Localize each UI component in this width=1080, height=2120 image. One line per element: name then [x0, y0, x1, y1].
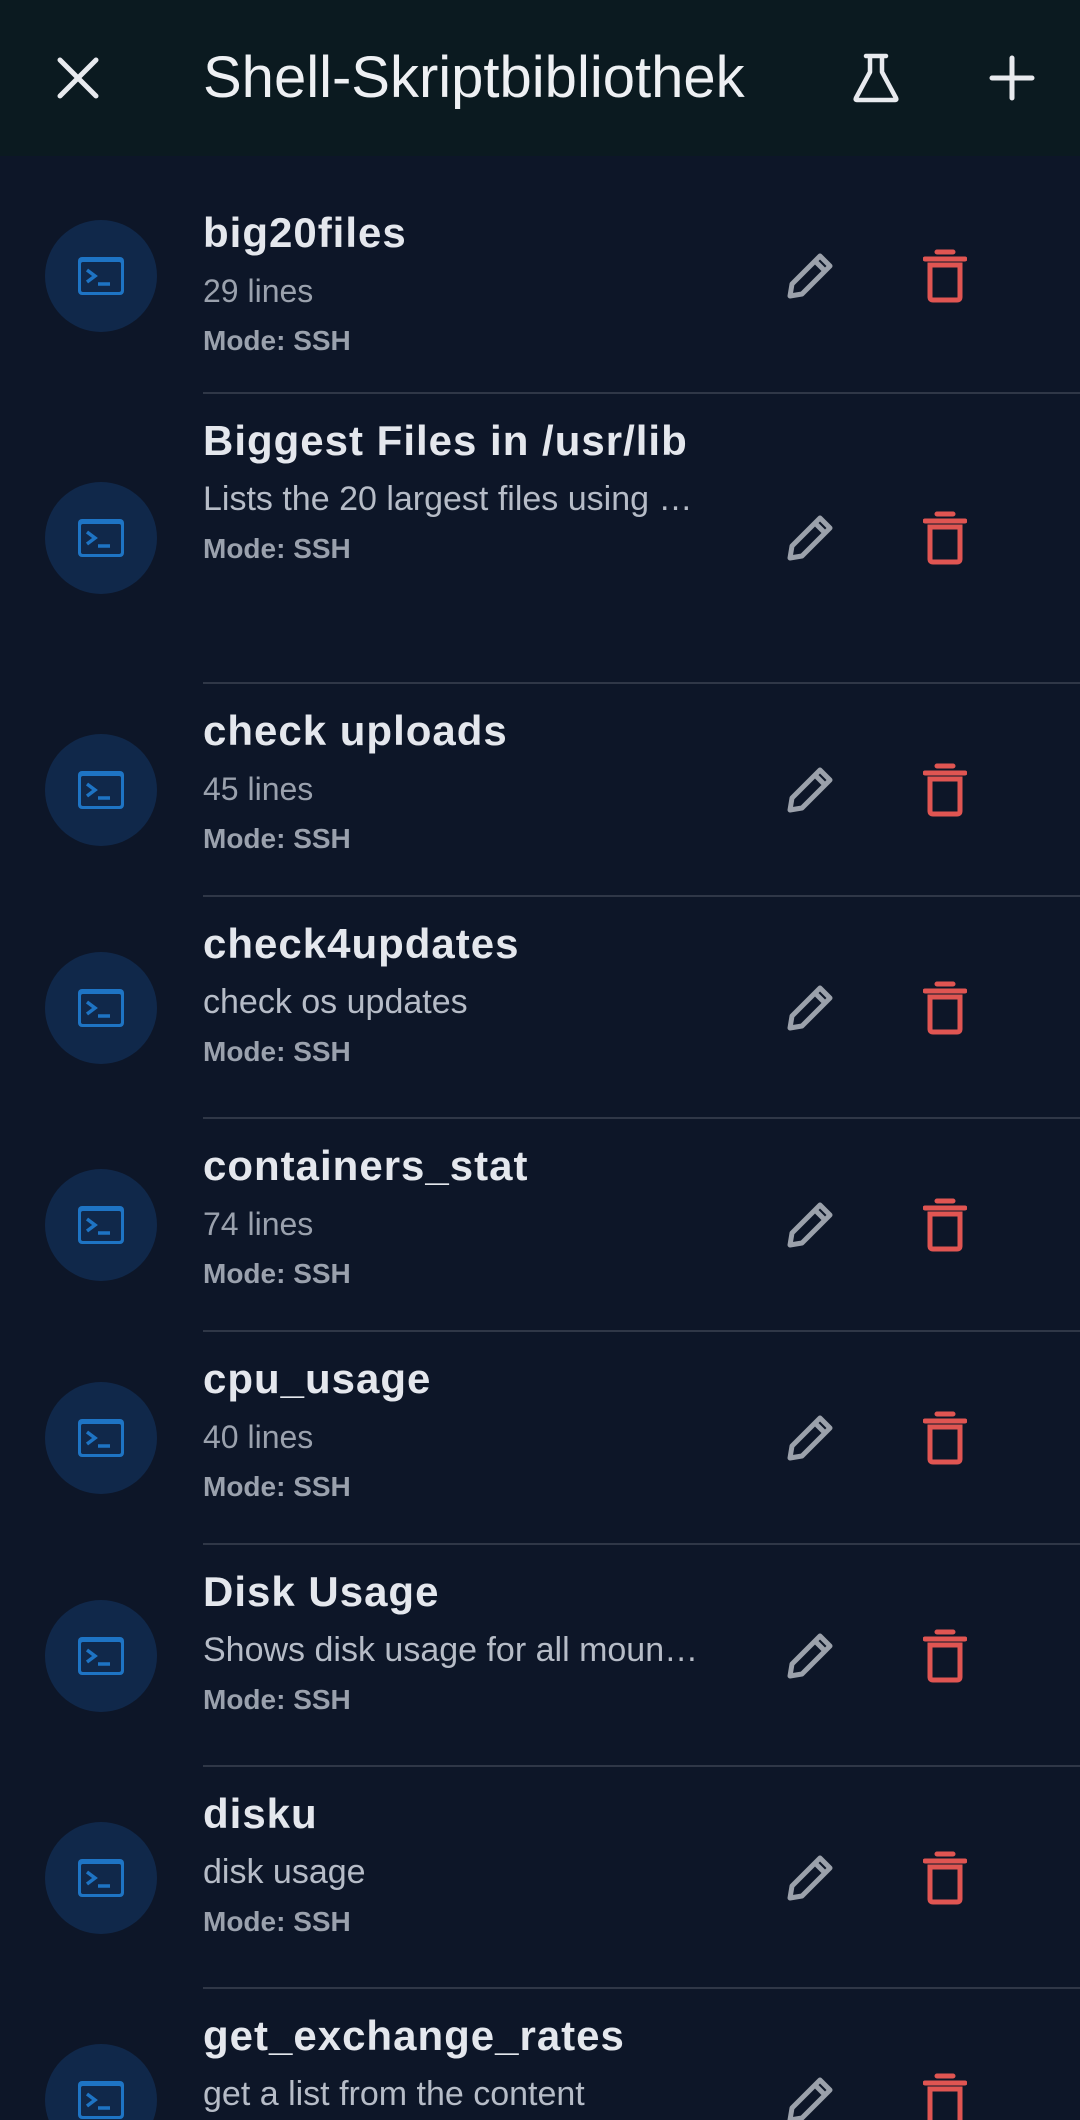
pencil-icon — [787, 1415, 833, 1461]
terminal-icon — [78, 1206, 124, 1244]
flask-icon — [853, 53, 899, 103]
plus-icon — [989, 55, 1035, 101]
pencil-icon — [787, 1202, 833, 1248]
pencil-icon — [787, 515, 833, 561]
script-title: check uploads — [203, 707, 508, 754]
edit-button[interactable] — [770, 1838, 850, 1918]
test-button[interactable] — [836, 38, 916, 118]
delete-button[interactable] — [905, 750, 985, 830]
script-avatar — [45, 1169, 157, 1281]
trash-icon — [923, 1198, 967, 1252]
list-item[interactable]: check4updates check os updates Mode: SSH — [0, 897, 1080, 1119]
trash-icon — [923, 1851, 967, 1905]
script-subtitle: check os updates — [203, 983, 468, 1021]
script-subtitle: 29 lines — [203, 273, 314, 309]
list-item[interactable]: cpu_usage 40 lines Mode: SSH — [0, 1332, 1080, 1545]
script-avatar — [45, 482, 157, 594]
list-item[interactable]: Disk Usage Shows disk usage for all moun… — [0, 1545, 1080, 1767]
script-avatar — [45, 220, 157, 332]
terminal-icon — [78, 2081, 124, 2119]
script-mode: Mode: SSH — [203, 823, 351, 854]
script-subtitle: Lists the 20 largest files using du and … — [203, 480, 703, 518]
app-bar: Shell-Skriptbibliothek — [0, 0, 1080, 156]
page-title: Shell-Skriptbibliothek — [203, 45, 745, 110]
script-subtitle: 45 lines — [203, 771, 314, 807]
delete-button[interactable] — [905, 1185, 985, 1265]
list-item[interactable]: big20files 29 lines Mode: SSH — [0, 156, 1080, 394]
script-avatar — [45, 1382, 157, 1494]
terminal-icon — [78, 1637, 124, 1675]
edit-button[interactable] — [770, 750, 850, 830]
script-subtitle: 40 lines — [203, 1419, 314, 1455]
delete-button[interactable] — [905, 236, 985, 316]
script-title: get_exchange_rates — [203, 2012, 625, 2059]
terminal-icon — [78, 771, 124, 809]
script-subtitle: 74 lines — [203, 1206, 314, 1242]
close-button[interactable] — [38, 38, 118, 118]
edit-button[interactable] — [770, 1616, 850, 1696]
script-list: big20files 29 lines Mode: SSH Biggest Fi… — [0, 156, 1080, 2120]
pencil-icon — [787, 2077, 833, 2120]
delete-button[interactable] — [905, 498, 985, 578]
edit-button[interactable] — [770, 968, 850, 1048]
terminal-icon — [78, 519, 124, 557]
pencil-icon — [787, 253, 833, 299]
script-mode: Mode: SSH — [203, 1036, 351, 1067]
script-avatar — [45, 1822, 157, 1934]
script-mode: Mode: SSH — [203, 1906, 351, 1937]
trash-icon — [923, 249, 967, 303]
pencil-icon — [787, 1633, 833, 1679]
terminal-icon — [78, 989, 124, 1027]
list-item[interactable]: Biggest Files in /usr/lib Lists the 20 l… — [0, 394, 1080, 684]
script-title: big20files — [203, 209, 407, 256]
script-title: check4updates — [203, 920, 520, 967]
delete-button[interactable] — [905, 1398, 985, 1478]
edit-button[interactable] — [770, 2060, 850, 2120]
script-subtitle: disk usage — [203, 1853, 366, 1891]
script-title: Biggest Files in /usr/lib — [203, 417, 688, 464]
script-mode: Mode: SSH — [203, 1471, 351, 1502]
edit-button[interactable] — [770, 1185, 850, 1265]
script-avatar — [45, 1600, 157, 1712]
script-avatar — [45, 952, 157, 1064]
script-title: disku — [203, 1790, 318, 1837]
script-mode: Mode: SSH — [203, 533, 351, 564]
terminal-icon — [78, 1419, 124, 1457]
trash-icon — [923, 2073, 967, 2120]
trash-icon — [923, 511, 967, 565]
delete-button[interactable] — [905, 1616, 985, 1696]
close-icon — [57, 57, 99, 99]
script-mode: Mode: SSH — [203, 1684, 351, 1715]
edit-button[interactable] — [770, 498, 850, 578]
delete-button[interactable] — [905, 968, 985, 1048]
script-subtitle: Shows disk usage for all mounted filesys… — [203, 1631, 703, 1669]
script-title: cpu_usage — [203, 1355, 432, 1402]
script-subtitle: get a list from the content — [203, 2075, 585, 2113]
list-item[interactable]: get_exchange_rates get a list from the c… — [0, 1989, 1080, 2120]
script-mode: Mode: SSH — [203, 325, 351, 356]
script-mode: Mode: SSH — [203, 1258, 351, 1289]
pencil-icon — [787, 767, 833, 813]
trash-icon — [923, 981, 967, 1035]
trash-icon — [923, 1629, 967, 1683]
add-script-button[interactable] — [972, 38, 1052, 118]
delete-button[interactable] — [905, 2060, 985, 2120]
script-avatar — [45, 734, 157, 846]
pencil-icon — [787, 985, 833, 1031]
delete-button[interactable] — [905, 1838, 985, 1918]
edit-button[interactable] — [770, 1398, 850, 1478]
list-item[interactable]: containers_stat 74 lines Mode: SSH — [0, 1119, 1080, 1332]
terminal-icon — [78, 257, 124, 295]
list-item[interactable]: disku disk usage Mode: SSH — [0, 1767, 1080, 1989]
script-title: Disk Usage — [203, 1568, 440, 1615]
terminal-icon — [78, 1859, 124, 1897]
trash-icon — [923, 763, 967, 817]
trash-icon — [923, 1411, 967, 1465]
list-item[interactable]: check uploads 45 lines Mode: SSH — [0, 684, 1080, 897]
edit-button[interactable] — [770, 236, 850, 316]
script-avatar — [45, 2044, 157, 2120]
pencil-icon — [787, 1855, 833, 1901]
script-title: containers_stat — [203, 1142, 529, 1189]
